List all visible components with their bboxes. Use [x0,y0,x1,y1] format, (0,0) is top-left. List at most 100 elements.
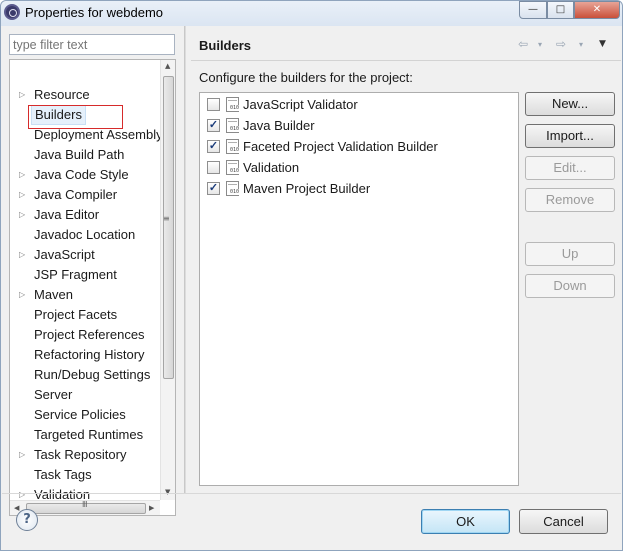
builder-name: JavaScript Validator [243,97,358,112]
back-history-dropdown-icon[interactable]: ▾ [538,40,542,49]
tree-item[interactable]: ▷ Task Repository [10,445,160,465]
builder-file-icon: 010 [226,160,240,175]
property-pages-tree: ▷ Resource Builders Deployment Assembly Java… [9,59,176,516]
builder-checkbox[interactable] [207,161,220,174]
builder-file-icon: 010 [226,181,240,196]
builder-file-icon: 010 [226,139,240,154]
back-arrow-icon[interactable]: ⇦ [518,37,528,51]
tree-item[interactable]: ▷ Resource [10,85,160,105]
tree-item[interactable]: ▷ Java Compiler [10,185,160,205]
tree-item[interactable]: Server [10,385,160,405]
tree-item-label: Task Repository [34,447,127,462]
builder-file-icon: 010 [226,97,240,112]
tree-item-label: Server [34,387,73,402]
title-bar: Properties for webdemo — □ ✕ [1,1,622,26]
builders-description: Configure the builders for the project: [199,70,413,85]
tree-item-label: JSP Fragment [34,267,117,282]
new-button[interactable]: New... [525,92,615,116]
pane-splitter[interactable] [184,26,186,493]
builder-checkbox[interactable]: ✓ [207,140,220,153]
tree-item-label: Java Editor [34,207,100,222]
tree-vertical-scrollbar[interactable]: ▲ ≡ ▼ [160,60,175,500]
tree-item-label: Java Code Style [34,167,129,182]
window-title: Properties for webdemo [25,5,164,20]
expand-arrow-icon[interactable]: ▷ [19,285,25,305]
tree-item-label: Javadoc Location [34,227,136,242]
forward-history-dropdown-icon[interactable]: ▾ [579,40,583,49]
expand-arrow-icon[interactable]: ▷ [19,185,25,205]
maximize-button[interactable]: □ [547,1,574,19]
view-menu-icon[interactable]: ▼ [599,39,606,49]
builder-name: Faceted Project Validation Builder [243,139,438,154]
tree-item-label: Targeted Runtimes [34,427,144,442]
builder-checkbox[interactable]: ✓ [207,182,220,195]
tree-item-label: Project Facets [34,307,118,322]
tree-item[interactable]: Javadoc Location [10,225,160,245]
binary-glyph-icon: 010 [230,189,240,195]
expand-arrow-icon[interactable]: ▷ [19,445,25,465]
scroll-grip-icon: ≡ [163,214,170,223]
tree-item[interactable]: Task Tags [10,465,160,485]
binary-glyph-icon: 010 [230,105,240,111]
tree-item-label: Resource [34,87,90,102]
help-icon[interactable]: ? [16,509,38,531]
builder-name: Java Builder [243,118,315,133]
page-navigation: ⇦ ▾ ⇨ ▾ ▼ [515,37,615,55]
expand-arrow-icon[interactable]: ▷ [19,205,25,225]
expand-arrow-icon[interactable]: ▷ [19,245,25,265]
builders-list: 010 JavaScript Validator ✓ 010 Java Builder ✓… [199,92,519,486]
tree-item-label: Task Tags [34,467,92,482]
edit-button[interactable]: Edit... [525,156,615,180]
scroll-left-arrow-icon[interactable]: ◀ [14,504,19,512]
tree-item[interactable]: Project Facets [10,305,160,325]
down-button[interactable]: Down [525,274,615,298]
up-button[interactable]: Up [525,242,615,266]
builder-file-icon: 010 [226,118,240,133]
ok-button[interactable]: OK [421,509,510,534]
page-header-divider [191,60,621,61]
footer-divider [2,493,621,494]
builders-highlight [28,105,123,129]
filter-input[interactable] [9,34,175,55]
tree-item[interactable]: Targeted Runtimes [10,425,160,445]
tree-item[interactable]: JSP Fragment [10,265,160,285]
cancel-button[interactable]: Cancel [519,509,608,534]
tree-item[interactable]: Refactoring History [10,345,160,365]
scroll-up-arrow-icon[interactable]: ▲ [165,62,170,70]
tree-item-label: JavaScript [34,247,95,262]
tree-item[interactable]: Project References [10,325,160,345]
expand-arrow-icon[interactable]: ▷ [19,165,25,185]
minimize-button[interactable]: — [519,1,547,19]
builder-row[interactable]: 010 JavaScript Validator [200,94,518,115]
builder-checkbox[interactable]: ✓ [207,119,220,132]
tree-item[interactable]: ▷ Java Code Style [10,165,160,185]
hscroll-grip-icon: Ⅲ [82,500,88,509]
close-button[interactable]: ✕ [574,1,620,19]
scroll-right-arrow-icon[interactable]: ▶ [149,504,154,512]
tree-item[interactable]: ▷ Java Editor [10,205,160,225]
tree-item-label: Run/Debug Settings [34,367,151,382]
builder-row[interactable]: ✓ 010 Maven Project Builder [200,178,518,199]
builder-name: Validation [243,160,300,175]
builder-row[interactable]: ✓ 010 Java Builder [200,115,518,136]
scroll-down-arrow-icon[interactable]: ▼ [165,488,170,496]
binary-glyph-icon: 010 [230,168,240,174]
expand-arrow-icon[interactable]: ▷ [19,85,25,105]
tree-item[interactable]: ▷ Maven [10,285,160,305]
builder-row[interactable]: 010 Validation [200,157,518,178]
forward-arrow-icon[interactable]: ⇨ [556,37,566,51]
tree-item-label: Refactoring History [34,347,145,362]
dialog-content: ▷ResourceBuildersDeployment AssemblyJava… [2,26,621,549]
binary-glyph-icon: 010 [230,147,240,153]
tree-item[interactable]: Service Policies [10,405,160,425]
tree-item-label: Java Build Path [34,147,125,162]
tree-item[interactable]: Java Build Path [10,145,160,165]
builder-checkbox[interactable] [207,98,220,111]
builder-row[interactable]: ✓ 010 Faceted Project Validation Builder [200,136,518,157]
tree-item[interactable]: ▷ JavaScript [10,245,160,265]
tree-item[interactable]: Run/Debug Settings [10,365,160,385]
remove-button[interactable]: Remove [525,188,615,212]
vertical-scroll-thumb[interactable] [163,76,174,379]
eclipse-icon [4,4,20,20]
import-button[interactable]: Import... [525,124,615,148]
